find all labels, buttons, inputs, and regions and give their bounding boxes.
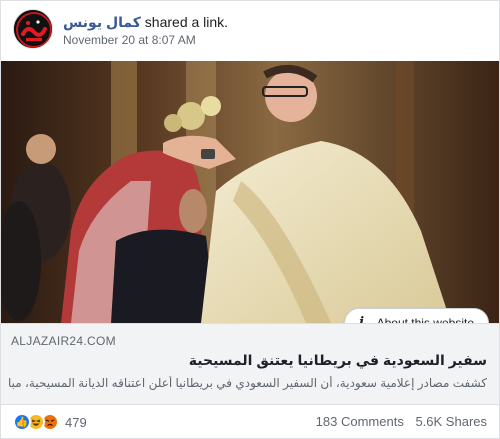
author-line: كمال يونس shared a link. [63, 13, 228, 31]
post-header: كمال يونس shared a link. November 20 at … [1, 1, 499, 61]
shared-link-post: كمال يونس shared a link. November 20 at … [0, 0, 500, 439]
link-domain: ALJAZAIR24.COM [11, 334, 116, 348]
reaction-count: 479 [65, 414, 87, 430]
haha-face [31, 419, 41, 426]
link-description: كشفت مصادر إعلامية سعودية، أن السفير الس… [9, 376, 487, 390]
post-timestamp[interactable]: November 20 at 8:07 AM [63, 33, 196, 47]
link-title[interactable]: سفير السعودية في بريطانيا يعتنق المسيحية [189, 352, 487, 369]
avatar-logo-icon [14, 10, 52, 48]
shares-count-link[interactable]: 5.6K Shares [415, 414, 487, 429]
link-preview-image[interactable] [1, 61, 499, 323]
reactions-summary[interactable]: 👍 479 [13, 413, 87, 431]
engagement-stats: 183 Comments 5.6K Shares [316, 414, 487, 429]
link-preview-details[interactable]: ALJAZAIR24.COM سفير السعودية في بريطانيا… [1, 323, 499, 405]
author-avatar[interactable] [13, 9, 53, 49]
comments-count-link[interactable]: 183 Comments [316, 414, 404, 429]
post-footer: 👍 479 183 Comments 5.6K Shares [1, 405, 499, 438]
post-action-text: shared a link. [144, 14, 229, 30]
ceremony-photo [1, 61, 499, 323]
angry-face [45, 419, 55, 427]
like-icon: 👍 [13, 413, 31, 431]
author-name-link[interactable]: كمال يونس [63, 14, 141, 30]
